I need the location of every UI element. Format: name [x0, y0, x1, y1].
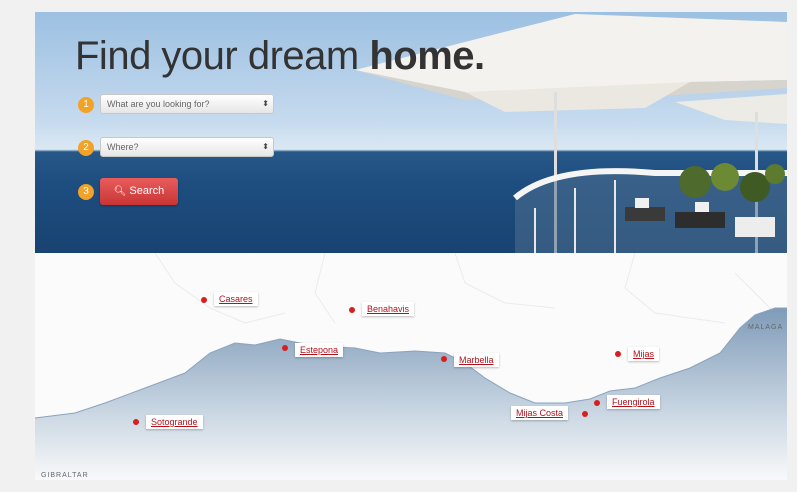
- select-arrows-icon: ⬍: [262, 142, 269, 151]
- search-button-label: Search: [129, 185, 165, 197]
- search-button[interactable]: 🔍︎ Search: [100, 178, 178, 205]
- looking-for-select-text: What are you looking for?: [107, 99, 210, 109]
- map-marker: [201, 297, 207, 303]
- map-location-sotogrande[interactable]: Sotogrande: [146, 415, 203, 429]
- coastline-map: [35, 253, 787, 480]
- map-marker: [594, 400, 600, 406]
- where-select[interactable]: Where? ⬍: [100, 137, 274, 157]
- hero-title: Find your dream home.: [75, 34, 485, 78]
- map-marker: [282, 345, 288, 351]
- search-icon: 🔍︎: [113, 186, 127, 197]
- map-location-mijas-costa[interactable]: Mijas Costa: [511, 406, 569, 420]
- app-frame: Find your dream home. 1 What are you loo…: [35, 12, 787, 480]
- step-3-badge: 3: [78, 184, 94, 200]
- map-marker: [441, 356, 447, 362]
- map-location-estepona[interactable]: Estepona: [295, 343, 344, 357]
- map-location-casares[interactable]: Casares: [214, 292, 258, 306]
- map-location-fuengirola[interactable]: Fuengirola: [607, 395, 660, 409]
- step-2-badge: 2: [78, 140, 94, 156]
- map-marker: [349, 307, 355, 313]
- map-location-mijas[interactable]: Mijas: [628, 347, 660, 361]
- looking-for-select[interactable]: What are you looking for? ⬍: [100, 94, 274, 114]
- map-location-benahavis[interactable]: Benahavis: [362, 302, 415, 316]
- location-map: Casares Benahavis Estepona Marbella Mija…: [35, 253, 787, 480]
- hero-banner: Find your dream home. 1 What are you loo…: [35, 12, 787, 253]
- where-select-text: Where?: [107, 142, 139, 152]
- select-arrows-icon: ⬍: [262, 99, 269, 108]
- region-label-malaga: MALAGA: [748, 324, 784, 331]
- step-1-badge: 1: [78, 97, 94, 113]
- map-marker: [615, 351, 621, 357]
- map-location-marbella[interactable]: Marbella: [454, 353, 499, 367]
- region-label-gibraltar: GIBRALTAR: [41, 472, 89, 479]
- map-marker: [133, 419, 139, 425]
- map-marker: [582, 411, 588, 417]
